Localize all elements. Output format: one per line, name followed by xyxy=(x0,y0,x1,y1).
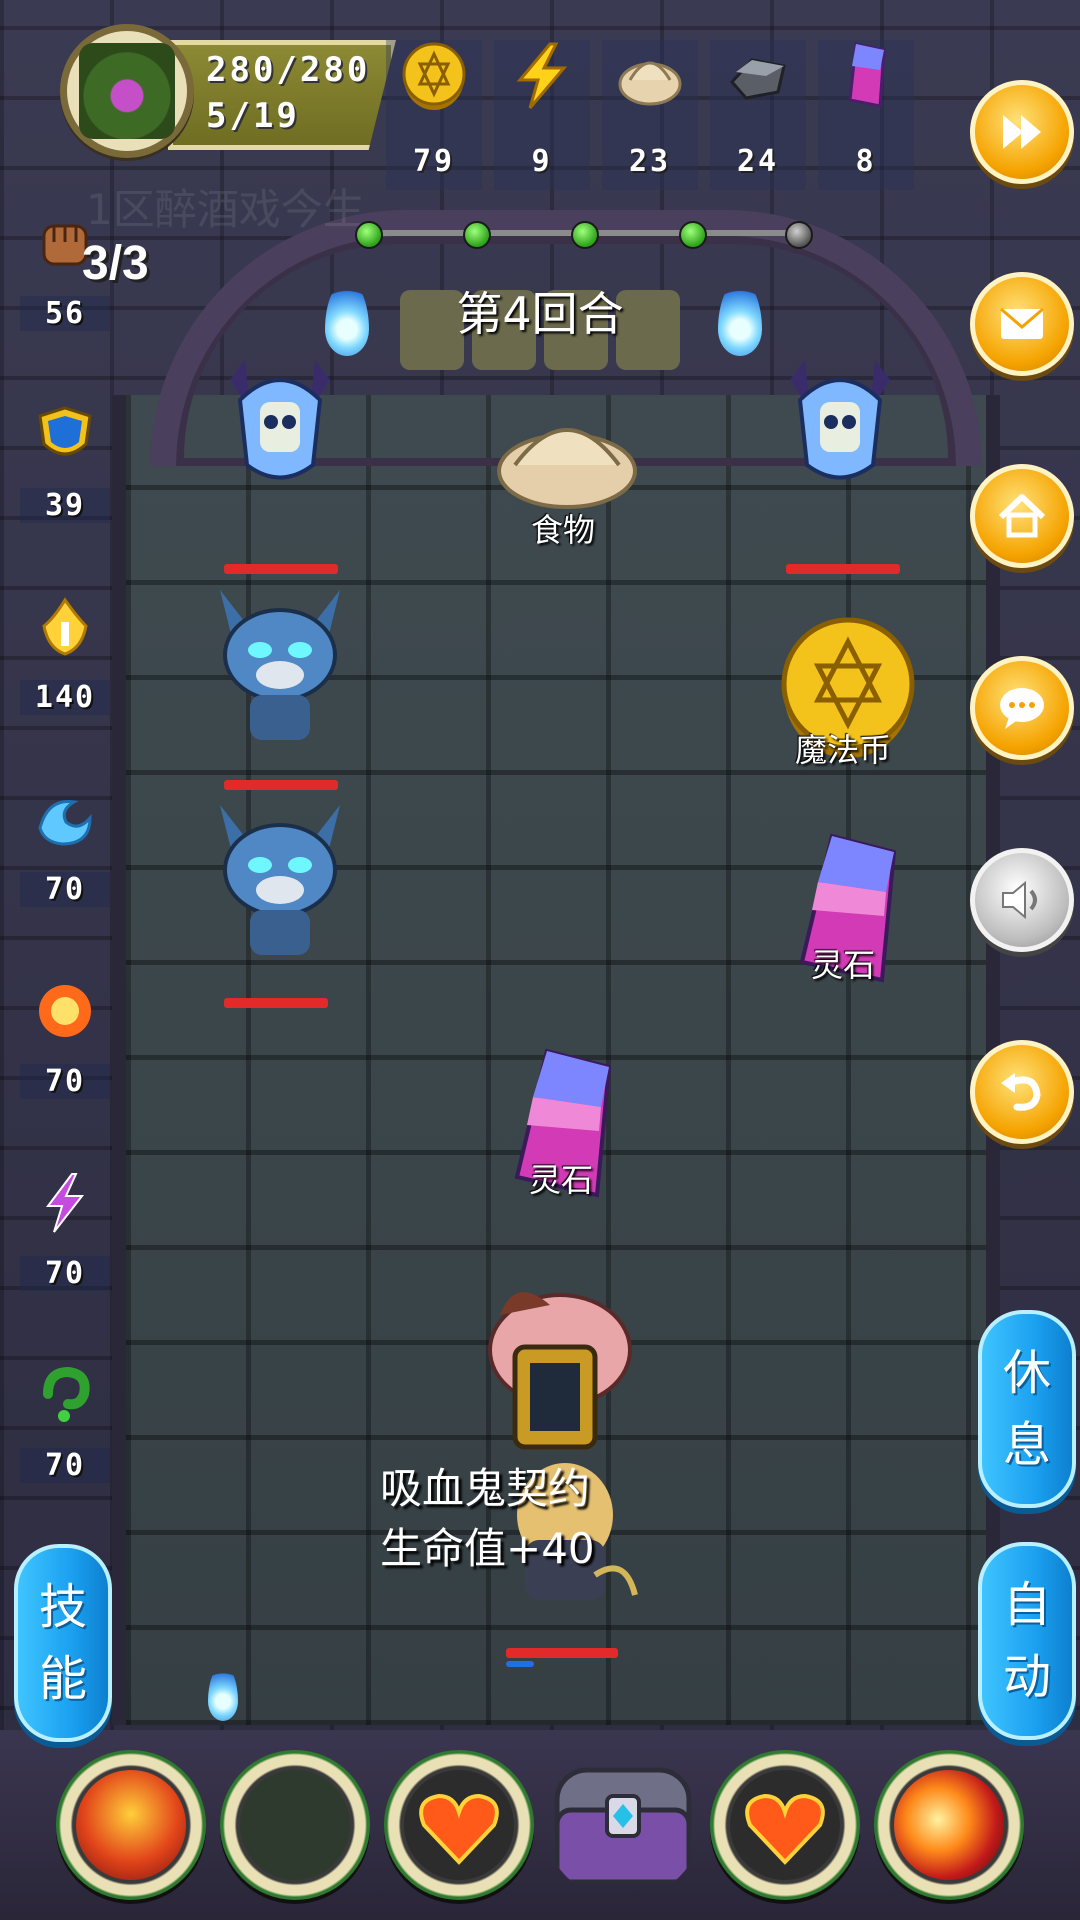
food-value: 23 xyxy=(628,144,672,179)
auto-button[interactable]: 自 动 xyxy=(978,1542,1076,1740)
attack-count: 3/3 xyxy=(82,237,149,290)
fire-burst-icon xyxy=(39,985,91,1037)
hero-hp-bar xyxy=(506,1648,618,1658)
round-dot-4 xyxy=(679,221,707,249)
mail-button[interactable] xyxy=(970,272,1074,376)
chat-icon xyxy=(1000,688,1044,729)
skill-slot-5[interactable] xyxy=(710,1750,860,1900)
lightning-icon xyxy=(46,1173,85,1233)
skill-slot-3[interactable] xyxy=(384,1750,534,1900)
food-label: 食物 xyxy=(530,511,595,549)
rest-label-2: 息 xyxy=(1002,1417,1051,1473)
treasure-chest-icon xyxy=(554,1767,692,1885)
back-button[interactable] xyxy=(970,1040,1074,1144)
stat-defense: 39 xyxy=(20,404,110,554)
dumpling-food-item[interactable] xyxy=(495,405,640,510)
rose-avatar-icon xyxy=(79,43,175,139)
energy-bolt-icon xyxy=(516,42,568,109)
resource-food: 23 xyxy=(602,40,698,190)
ore-value: 24 xyxy=(736,144,780,179)
enemy-hp-bar xyxy=(224,780,338,790)
holy-flame-icon xyxy=(42,597,88,656)
hp-value: 280/280 xyxy=(206,50,371,90)
resource-gold: 79 xyxy=(386,40,482,190)
skull-guardian-enemy[interactable] xyxy=(215,350,345,500)
stat-water: 70 xyxy=(20,788,110,938)
fast-forward-button[interactable] xyxy=(970,80,1074,184)
sound-icon xyxy=(1002,880,1037,920)
flaming-heart-skill-icon xyxy=(404,1770,514,1880)
gem-right-label: 灵石 xyxy=(810,946,875,984)
hero-mana-bar xyxy=(506,1661,534,1667)
skill-label-2: 能 xyxy=(38,1651,87,1707)
lightning-value: 70 xyxy=(20,1256,110,1291)
effect-popup-title: 吸血鬼契约 xyxy=(380,1464,591,1513)
attack-value: 56 xyxy=(20,296,110,331)
resource-energy: 9 xyxy=(494,40,590,190)
round-dot-3 xyxy=(571,221,599,249)
skill-label-1: 技 xyxy=(38,1579,87,1635)
enemy-hp-bar xyxy=(786,564,900,574)
stat-lightning: 70 xyxy=(20,1172,110,1322)
energy-value: 9 xyxy=(531,144,553,179)
fire-value: 70 xyxy=(20,1064,110,1099)
skill-slot-2[interactable] xyxy=(220,1750,370,1900)
fast-forward-icon xyxy=(1003,115,1041,149)
iron-ore-icon xyxy=(729,58,786,100)
fire-slash-skill-icon xyxy=(894,1770,1004,1880)
resource-gem: 8 xyxy=(818,40,914,190)
inventory-chest-button[interactable] xyxy=(543,1740,703,1900)
mail-icon xyxy=(1000,307,1044,339)
spirit-gem-icon xyxy=(848,42,886,108)
round-dot-1 xyxy=(355,221,383,249)
poison-icon xyxy=(43,1366,90,1422)
enemy-hp-bar xyxy=(224,564,338,574)
hellfire-demon-skill-icon xyxy=(76,1770,186,1880)
poison-value: 70 xyxy=(20,1448,110,1483)
effect-popup-detail: 生命值+40 xyxy=(380,1524,595,1573)
stat-holy: 140 xyxy=(20,596,110,746)
player-avatar[interactable] xyxy=(60,24,194,158)
water-value: 70 xyxy=(20,872,110,907)
empty-slot-icon xyxy=(240,1770,350,1880)
gold-coin-icon xyxy=(402,42,466,110)
rest-label-1: 休 xyxy=(1002,1345,1051,1401)
home-button[interactable] xyxy=(970,464,1074,568)
skill-slot-6[interactable] xyxy=(874,1750,1024,1900)
auto-label-1: 自 xyxy=(1002,1577,1051,1633)
level-progress: 5/19 xyxy=(206,96,300,136)
stat-poison: 70 xyxy=(20,1364,110,1514)
dumpling-food-icon xyxy=(618,61,682,106)
home-icon xyxy=(998,494,1046,538)
wolf-warrior-enemy[interactable] xyxy=(200,795,360,965)
round-dot-5 xyxy=(785,221,813,249)
stat-fire: 70 xyxy=(20,980,110,1130)
coin-label: 魔法币 xyxy=(794,731,891,769)
shield-icon xyxy=(38,406,92,456)
skull-guardian-enemy[interactable] xyxy=(775,350,905,500)
auto-label-2: 动 xyxy=(1002,1649,1051,1705)
player-name-watermark: 1区醉酒戏今生 xyxy=(86,185,365,234)
skill-slot-1[interactable] xyxy=(56,1750,206,1900)
sound-button[interactable] xyxy=(970,848,1074,952)
gem-center-label: 灵石 xyxy=(528,1161,593,1199)
resource-ore: 24 xyxy=(710,40,806,190)
chat-button[interactable] xyxy=(970,656,1074,760)
game-screen: 280/280 5/19 79 9 23 24 8 1区醉酒戏今生 第4回合 5… xyxy=(0,0,1080,1920)
gem-value: 8 xyxy=(855,144,877,179)
water-wave-icon xyxy=(38,800,92,846)
gold-value: 79 xyxy=(412,144,456,179)
flaming-heart-skill-icon xyxy=(730,1770,840,1880)
round-dot-2 xyxy=(463,221,491,249)
rest-button[interactable]: 休 息 xyxy=(978,1310,1076,1508)
enemy-hp-bar xyxy=(224,998,328,1008)
skill-button[interactable]: 技 能 xyxy=(14,1544,112,1742)
back-icon xyxy=(1001,1073,1041,1111)
holy-value: 140 xyxy=(20,680,110,715)
round-label: 第4回合 xyxy=(456,287,624,341)
defense-value: 39 xyxy=(20,488,110,523)
wolf-warrior-enemy[interactable] xyxy=(200,580,360,750)
